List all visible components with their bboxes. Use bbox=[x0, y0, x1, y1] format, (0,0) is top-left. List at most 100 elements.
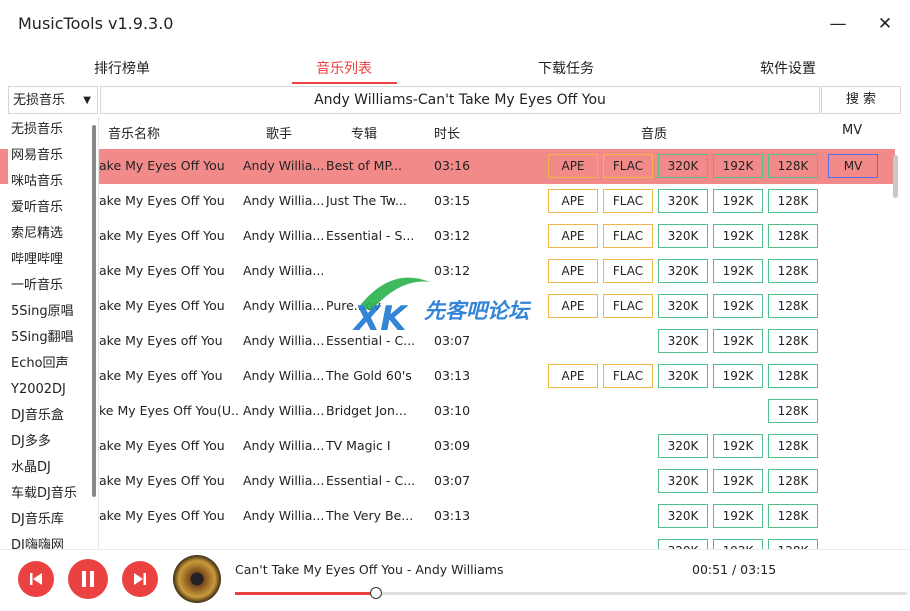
quality-q320-button[interactable]: 320K bbox=[658, 224, 708, 248]
quality-flac-button[interactable]: FLAC bbox=[603, 259, 653, 283]
quality-q128-button[interactable]: 128K bbox=[768, 539, 818, 549]
source-option[interactable]: DJ嗨嗨网 bbox=[8, 533, 98, 549]
song-row[interactable]: ake My Eyes Off You Andy Willia... Essenti… bbox=[0, 219, 895, 254]
song-row[interactable]: ake My Eyes Off You Andy Willia... TV Magi… bbox=[0, 429, 895, 464]
search-input[interactable]: Andy Williams-Can't Take My Eyes Off You bbox=[100, 86, 820, 114]
song-row[interactable]: ake My Eyes Off You Andy Willia... Essenti… bbox=[0, 464, 895, 499]
source-option[interactable]: 一听音乐 bbox=[8, 273, 98, 299]
pause-icon bbox=[82, 571, 94, 587]
song-row[interactable]: ke My Eyes Off You(U... Andy Willia... Bri… bbox=[0, 394, 895, 429]
quality-q128-button[interactable]: 128K bbox=[768, 399, 818, 423]
song-row[interactable]: ake My Eyes Off You Andy Willia... The Ver… bbox=[0, 499, 895, 534]
tab-downloads[interactable]: 下载任务 bbox=[536, 58, 596, 84]
quality-q192-button[interactable]: 192K bbox=[713, 259, 763, 283]
quality-q320-button[interactable]: 320K bbox=[658, 434, 708, 458]
song-row[interactable]: ake My Eyes off You Andy Willia... The Gol… bbox=[0, 359, 895, 394]
quality-q192-button[interactable]: 192K bbox=[713, 504, 763, 528]
quality-q128-button[interactable]: 128K bbox=[768, 294, 818, 318]
song-list: ake My Eyes Off You Andy Willia... Best of… bbox=[0, 149, 895, 549]
mv-button[interactable]: MV bbox=[828, 154, 878, 178]
quality-flac-button[interactable]: FLAC bbox=[603, 224, 653, 248]
song-row[interactable]: ake My Eyes Off You Andy Willia... Best of… bbox=[0, 149, 895, 184]
quality-q320-button[interactable]: 320K bbox=[658, 189, 708, 213]
song-title: ake My Eyes Off You bbox=[99, 298, 225, 313]
quality-q128-button[interactable]: 128K bbox=[768, 504, 818, 528]
now-playing-title: Can't Take My Eyes Off You - Andy Willia… bbox=[235, 562, 504, 577]
source-option[interactable]: 索尼精选 bbox=[8, 221, 98, 247]
watermark-logo: XK 先客吧论坛 bbox=[352, 277, 532, 338]
quality-q192-button[interactable]: 192K bbox=[713, 224, 763, 248]
quality-q192-button[interactable]: 192K bbox=[713, 539, 763, 549]
quality-flac-button[interactable]: FLAC bbox=[603, 294, 653, 318]
column-duration: 时长 bbox=[434, 127, 461, 142]
tab-settings[interactable]: 软件设置 bbox=[758, 58, 818, 84]
source-option[interactable]: 车载DJ音乐 bbox=[8, 481, 98, 507]
source-option[interactable]: Y2002DJ bbox=[8, 377, 98, 403]
source-select[interactable]: 无损音乐 ▼ bbox=[8, 86, 98, 114]
quality-q192-button[interactable]: 192K bbox=[713, 469, 763, 493]
quality-q128-button[interactable]: 128K bbox=[768, 154, 818, 178]
source-option[interactable]: 哔哩哔哩 bbox=[8, 247, 98, 273]
progress-handle[interactable] bbox=[370, 587, 383, 599]
quality-q192-button[interactable]: 192K bbox=[713, 189, 763, 213]
song-album: Essential - S... bbox=[326, 228, 415, 243]
source-option[interactable]: 5Sing原唱 bbox=[8, 299, 98, 325]
quality-q320-button[interactable]: 320K bbox=[658, 154, 708, 178]
quality-q128-button[interactable]: 128K bbox=[768, 329, 818, 353]
quality-q192-button[interactable]: 192K bbox=[713, 364, 763, 388]
progress-bar[interactable] bbox=[235, 587, 907, 599]
quality-ape-button[interactable]: APE bbox=[548, 364, 598, 388]
quality-ape-button[interactable]: APE bbox=[548, 189, 598, 213]
song-artist: Andy Willia... bbox=[243, 298, 323, 313]
close-icon[interactable]: ✕ bbox=[873, 12, 897, 36]
quality-flac-button[interactable]: FLAC bbox=[603, 189, 653, 213]
quality-q320-button[interactable]: 320K bbox=[658, 504, 708, 528]
minimize-icon[interactable]: — bbox=[826, 12, 850, 36]
quality-q320-button[interactable]: 320K bbox=[658, 329, 708, 353]
source-option[interactable]: 网易音乐 bbox=[8, 143, 98, 169]
source-option[interactable]: 咪咕音乐 bbox=[8, 169, 98, 195]
song-album: Just The Tw... bbox=[326, 193, 407, 208]
previous-icon bbox=[30, 573, 42, 585]
quality-q320-button[interactable]: 320K bbox=[658, 364, 708, 388]
song-row[interactable]: 320K 192K 128K bbox=[0, 534, 895, 549]
source-option[interactable]: 爱听音乐 bbox=[8, 195, 98, 221]
quality-q192-button[interactable]: 192K bbox=[713, 294, 763, 318]
song-album: Bridget Jon... bbox=[326, 403, 407, 418]
search-button[interactable]: 搜 索 bbox=[821, 86, 901, 114]
album-cover[interactable] bbox=[173, 555, 221, 603]
quality-ape-button[interactable]: APE bbox=[548, 224, 598, 248]
previous-button[interactable] bbox=[18, 561, 54, 597]
source-option[interactable]: DJ音乐库 bbox=[8, 507, 98, 533]
list-scrollbar[interactable] bbox=[893, 155, 898, 198]
tab-music-list[interactable]: 音乐列表 bbox=[314, 58, 374, 84]
quality-q192-button[interactable]: 192K bbox=[713, 434, 763, 458]
pause-button[interactable] bbox=[68, 559, 108, 599]
source-option[interactable]: 水晶DJ bbox=[8, 455, 98, 481]
quality-q128-button[interactable]: 128K bbox=[768, 364, 818, 388]
next-button[interactable] bbox=[122, 561, 158, 597]
quality-flac-button[interactable]: FLAC bbox=[603, 364, 653, 388]
dropdown-scrollbar[interactable] bbox=[92, 125, 96, 497]
source-option[interactable]: DJ多多 bbox=[8, 429, 98, 455]
tab-charts[interactable]: 排行榜单 bbox=[92, 58, 152, 84]
source-option[interactable]: 5Sing翻唱 bbox=[8, 325, 98, 351]
quality-q192-button[interactable]: 192K bbox=[713, 329, 763, 353]
quality-q128-button[interactable]: 128K bbox=[768, 434, 818, 458]
song-row[interactable]: ake My Eyes Off You Andy Willia... Just Th… bbox=[0, 184, 895, 219]
quality-q192-button[interactable]: 192K bbox=[713, 154, 763, 178]
quality-q128-button[interactable]: 128K bbox=[768, 259, 818, 283]
quality-q128-button[interactable]: 128K bbox=[768, 189, 818, 213]
song-album: TV Magic I bbox=[326, 438, 391, 453]
source-option[interactable]: Echo回声 bbox=[8, 351, 98, 377]
quality-ape-button[interactable]: APE bbox=[548, 154, 598, 178]
quality-q320-button[interactable]: 320K bbox=[658, 294, 708, 318]
quality-q320-button[interactable]: 320K bbox=[658, 259, 708, 283]
quality-q320-button[interactable]: 320K bbox=[658, 469, 708, 493]
quality-q320-button[interactable]: 320K bbox=[658, 539, 708, 549]
source-option[interactable]: DJ音乐盒 bbox=[8, 403, 98, 429]
quality-flac-button[interactable]: FLAC bbox=[603, 154, 653, 178]
quality-q128-button[interactable]: 128K bbox=[768, 469, 818, 493]
source-option[interactable]: 无损音乐 bbox=[8, 117, 98, 143]
quality-q128-button[interactable]: 128K bbox=[768, 224, 818, 248]
